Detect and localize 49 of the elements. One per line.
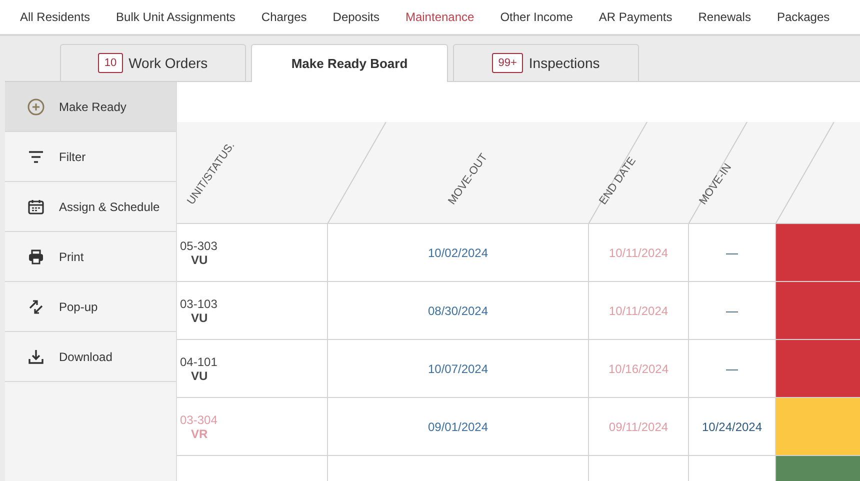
unit-number: 03-103 <box>180 296 218 310</box>
end-date: 10/11/2024 <box>608 246 668 260</box>
move-in-date: 10/24/2024 <box>702 420 762 434</box>
plus-circle-icon <box>27 98 45 116</box>
sidebar-label: Print <box>59 250 84 264</box>
end-date: 10/11/2024 <box>608 304 668 318</box>
unit-status: VR <box>191 426 208 440</box>
unit-number: 05-303 <box>180 238 218 252</box>
sidebar-label: Make Ready <box>59 100 126 114</box>
tab-label: Work Orders <box>128 55 208 71</box>
sidebar-label: Download <box>59 350 112 364</box>
nav-link[interactable]: Packages <box>776 10 830 24</box>
move-out-date: 08/30/2024 <box>428 304 488 318</box>
tab[interactable]: 10 Work Orders <box>60 44 246 81</box>
sidebar-label: Filter <box>59 150 86 164</box>
nav-link[interactable]: Renewals <box>698 10 751 24</box>
tab-label: Inspections <box>528 55 600 71</box>
unit-number: 03-304 <box>180 412 218 426</box>
move-in-date: — <box>726 304 738 318</box>
count-badge: 99+ <box>492 53 523 73</box>
move-in-date: — <box>726 362 738 376</box>
unit-status: VU <box>191 252 208 266</box>
sidebar-label: Pop-up <box>59 300 98 314</box>
nav-link[interactable]: Maintenance <box>405 10 474 24</box>
download-icon <box>27 348 45 366</box>
end-date: 10/16/2024 <box>608 362 669 376</box>
nav-link[interactable]: Bulk Unit Assignments <box>116 10 236 24</box>
unit-status: VU <box>191 310 208 324</box>
calendar-icon <box>27 198 45 216</box>
end-date: 09/11/2024 <box>608 420 668 434</box>
nav-link[interactable]: All Residents <box>20 10 90 24</box>
arrows-icon <box>27 298 45 316</box>
tab[interactable]: 99+ Inspections <box>453 44 639 81</box>
sidebar-item[interactable]: Make Ready <box>5 82 176 132</box>
unit-number: 04-101 <box>180 354 218 368</box>
tab-label: Make Ready Board <box>291 56 408 71</box>
nav-link[interactable]: Charges <box>261 10 307 24</box>
count-badge: 10 <box>98 53 123 73</box>
unit-status: VU <box>191 368 208 382</box>
printer-icon <box>27 248 45 266</box>
move-out-date: 10/07/2024 <box>428 362 488 376</box>
move-out-date: 09/01/2024 <box>428 420 488 434</box>
nav-link[interactable]: Other Income <box>500 10 573 24</box>
sidebar-label: Assign & Schedule <box>59 200 160 214</box>
move-in-date: — <box>726 246 738 260</box>
nav-link[interactable]: Deposits <box>332 10 380 24</box>
nav-link[interactable]: AR Payments <box>598 10 672 24</box>
tab[interactable]: Make Ready Board <box>251 44 448 82</box>
move-out-date: 10/02/2024 <box>428 246 488 260</box>
